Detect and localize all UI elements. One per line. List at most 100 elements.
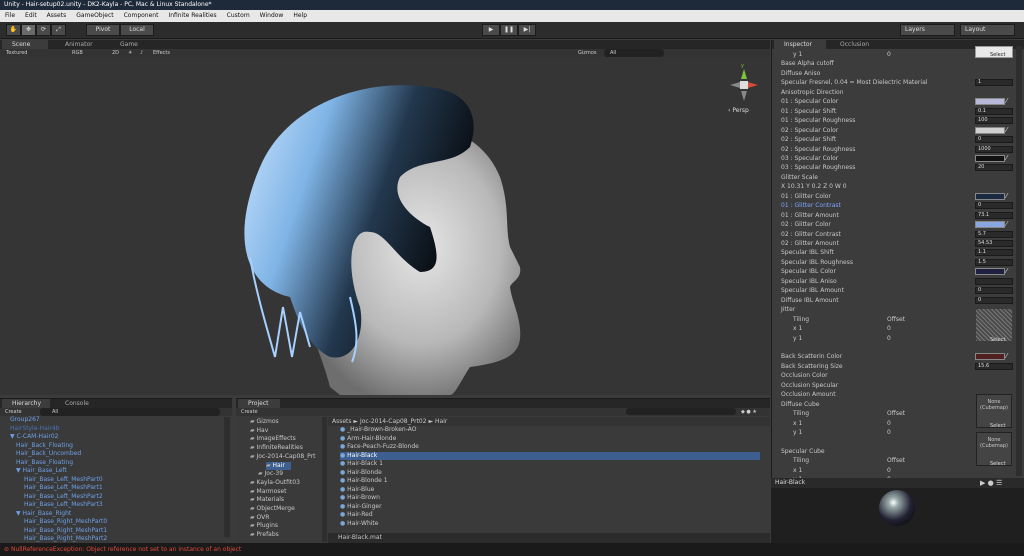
inspector-offset-field[interactable]: 0 [887, 334, 891, 343]
project-folder-item[interactable]: ▰ Joc-2014-Cap08_Prt [250, 453, 316, 461]
inspector-value-field[interactable]: 5.7 [975, 230, 1013, 238]
color-swatch[interactable] [975, 221, 1005, 229]
scene-gizmo[interactable]: y ‹ Persp [726, 63, 762, 115]
hierarchy-create-dropdown[interactable]: Create [5, 408, 22, 416]
hierarchy-item[interactable]: Hair_Base_Left_MeshPart3 [24, 501, 103, 509]
inspector-value-field[interactable]: 73.1 [975, 211, 1013, 219]
scene-viewport[interactable]: y ‹ Persp [0, 57, 770, 395]
eyedropper-icon[interactable]: ⁄ [1006, 98, 1013, 105]
color-swatch[interactable] [975, 98, 1005, 106]
effects-dropdown[interactable]: Effects [153, 49, 170, 57]
project-create-dropdown[interactable]: Create [241, 408, 258, 416]
tab-console[interactable]: Console [55, 399, 105, 408]
hierarchy-item[interactable]: ▼ Hair_Base_Right [16, 510, 71, 518]
inspector-value-field[interactable]: 15.6 [975, 362, 1013, 370]
project-file-item[interactable]: ● Hair-Blonde 1 [340, 477, 388, 485]
inspector-offset-field[interactable]: 0 [887, 324, 891, 333]
local-button[interactable]: Local [120, 24, 154, 36]
hierarchy-item[interactable]: Hair_Base_Floating [16, 459, 73, 467]
project-folder-item[interactable]: ▰ Hair [266, 461, 291, 470]
inspector-offset-field[interactable]: 0 [887, 466, 891, 475]
jitter-select-button[interactable]: Select [990, 337, 1005, 343]
project-folder-item[interactable]: ▰ InfiniteRealities [250, 444, 303, 452]
project-file-item[interactable]: ● Hair-Blonde [340, 469, 382, 477]
inspector-value-field[interactable]: 0.1 [975, 107, 1013, 115]
layout-dropdown[interactable]: Layout [960, 24, 1015, 36]
color-swatch[interactable] [975, 192, 1005, 200]
inspector-value-field[interactable] [975, 277, 1013, 285]
status-bar[interactable]: ⊘ NullReferenceException: Object referen… [0, 543, 1024, 556]
tab-animator[interactable]: Animator [55, 40, 105, 49]
pivot-button[interactable]: Pivot [86, 24, 120, 36]
project-file-item[interactable]: ● Hair-White [340, 520, 378, 528]
diffuse-cube-select[interactable]: Select [990, 423, 1005, 429]
tab-project[interactable]: Project [238, 399, 280, 408]
color-swatch[interactable] [975, 268, 1005, 276]
project-breadcrumb[interactable]: Assets ► Joc-2014-Cap08_Prt02 ► Hair [328, 417, 770, 426]
hierarchy-item[interactable]: Hair_Back_Floating [16, 442, 73, 450]
tab-inspector[interactable]: Inspector [774, 40, 826, 49]
project-folder-item[interactable]: ▰ ObjectMerge [250, 505, 295, 513]
eyedropper-icon[interactable]: ⁄ [1006, 353, 1013, 360]
move-tool-icon[interactable]: ✥ [21, 24, 36, 36]
menu-assets[interactable]: Assets [42, 10, 72, 22]
color-swatch[interactable] [975, 154, 1005, 162]
hierarchy-scrollbar[interactable] [224, 417, 230, 537]
project-folder-item[interactable]: ▰ Kayla-Outfit03 [250, 479, 300, 487]
inspector-value-field[interactable]: 1.5 [975, 258, 1013, 266]
inspector-offset-field[interactable]: 0 [887, 419, 891, 428]
inspector-offset-field[interactable]: 0 [887, 50, 891, 59]
project-folder-item[interactable]: ▰ Prefabs [250, 531, 279, 539]
menu-help[interactable]: Help [288, 10, 312, 22]
project-folder-item[interactable]: ▰ Joc-39 [258, 470, 283, 478]
hierarchy-search-input[interactable]: All [40, 408, 220, 416]
scale-tool-icon[interactable]: ⤢ [51, 24, 66, 36]
inspector-offset-field[interactable]: 0 [887, 428, 891, 437]
inspector-value-field[interactable]: 0 [975, 287, 1013, 295]
eyedropper-icon[interactable]: ⁄ [1006, 126, 1013, 134]
project-file-item[interactable]: ● Hair-Blue [340, 486, 374, 494]
material-preview[interactable] [771, 488, 1024, 543]
project-folder-item[interactable]: ▰ Plugins [250, 522, 278, 530]
eyedropper-icon[interactable]: ⁄ [1006, 192, 1013, 200]
pause-icon[interactable]: ❚❚ [500, 24, 518, 36]
project-folder-item[interactable]: ▰ Gizmos [250, 418, 279, 426]
inspector-value-field[interactable]: 0 [975, 136, 1013, 144]
menu-window[interactable]: Window [255, 10, 289, 22]
menu-file[interactable]: File [0, 10, 20, 22]
light-toggle-icon[interactable]: ☀ [128, 49, 132, 57]
inspector-value-field[interactable]: 0 [975, 296, 1013, 304]
project-file-item[interactable]: ● _Hair-Brown-Broken-AO [340, 426, 416, 434]
inspector-scrollbar[interactable] [1016, 46, 1022, 476]
project-folder-item[interactable]: ▰ OVR [250, 514, 269, 522]
hierarchy-item[interactable]: Hair_Base_Right_MeshPart0 [24, 518, 107, 526]
project-folder-item[interactable]: ▰ Marmoset [250, 488, 286, 496]
inspector-value-field[interactable]: 0 [975, 202, 1013, 210]
render-mode-dropdown[interactable]: RGB [72, 49, 83, 57]
scene-search-input[interactable]: All [604, 49, 664, 57]
hierarchy-item[interactable]: ▼ Hair_Base_Left [16, 467, 67, 475]
inspector-value-field[interactable]: 54.53 [975, 240, 1013, 247]
hierarchy-item[interactable]: Hair_Base_Right_MeshPart2 [24, 535, 107, 543]
project-file-item[interactable]: ● Hair-Red [340, 511, 373, 519]
eyedropper-icon[interactable]: ⁄ [1006, 268, 1013, 275]
hand-tool-icon[interactable]: ✋ [6, 24, 21, 36]
tab-hierarchy[interactable]: Hierarchy [2, 399, 50, 408]
hierarchy-item[interactable]: Hair_Base_Right_MeshPart1 [24, 527, 107, 535]
project-file-item[interactable]: ● Hair-Brown [340, 494, 380, 502]
menu-gameobject[interactable]: GameObject [71, 10, 118, 22]
color-swatch[interactable] [975, 353, 1005, 361]
shading-mode-dropdown[interactable]: Textured [6, 49, 27, 57]
project-file-item[interactable]: ● Face-Peach-Fuzz-Blonde [340, 443, 419, 451]
project-folder-item[interactable]: ▰ Materials [250, 496, 284, 504]
gizmos-dropdown[interactable]: Gizmos [578, 49, 596, 57]
hierarchy-item[interactable]: Hair_Base_Left_MeshPart1 [24, 484, 103, 492]
texture-select-button[interactable]: Select [990, 52, 1005, 58]
hierarchy-item[interactable]: Group267 [10, 416, 40, 424]
step-icon[interactable]: ▶| [518, 24, 536, 36]
tab-scene[interactable]: Scene [2, 40, 48, 49]
project-search-input[interactable] [626, 408, 736, 415]
hierarchy-item[interactable]: HairStyle-Hair4b [10, 425, 60, 433]
tab-game[interactable]: Game [110, 40, 150, 49]
preview-play-icon[interactable]: ▶ ● ☰ [980, 479, 1002, 487]
